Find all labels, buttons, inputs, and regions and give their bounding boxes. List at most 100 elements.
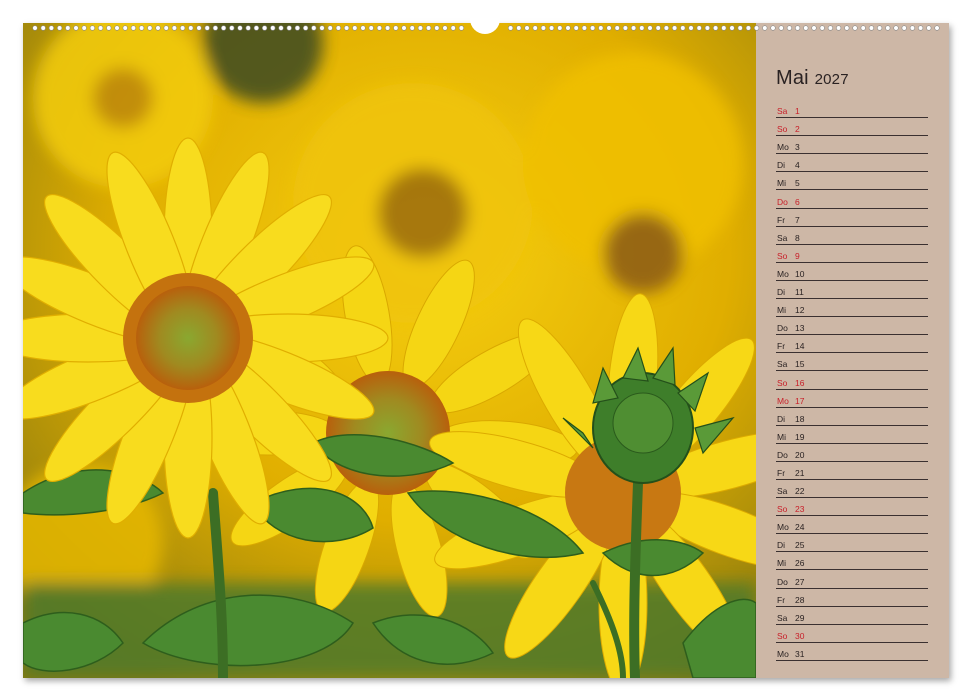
binding-hole [327, 25, 333, 31]
weekday-label: Mo [777, 395, 789, 406]
day-number: 8 [795, 232, 800, 243]
day-row: Fr 21 [776, 462, 928, 480]
binding-hole [909, 25, 916, 31]
binding-hole [762, 25, 768, 31]
binding-hole [663, 25, 670, 31]
binding-hole [655, 25, 661, 31]
weekday-label: So [777, 630, 788, 641]
binding-hole [221, 25, 227, 31]
day-row: Sa 22 [776, 480, 928, 499]
binding-hole [868, 25, 875, 31]
day-row: Di 25 [776, 534, 928, 553]
binding-hole [548, 25, 555, 31]
calendar-page: Mai 2027 Sa 1 So 2 Mo 3 Di 4 Mi 5 Do 6 Fr 7 Sa 8 So 9 Mo 10… [23, 23, 949, 678]
binding-hole [876, 25, 883, 31]
day-row: Sa 1 [776, 100, 928, 119]
weekday-label: So [777, 504, 788, 515]
binding-hole [581, 25, 588, 31]
weekday-label: Di [777, 540, 786, 551]
day-number: 1 [795, 106, 800, 117]
weekday-label: Sa [777, 612, 788, 623]
day-number: 27 [795, 576, 805, 587]
binding-hole [335, 25, 342, 31]
binding-hole [286, 25, 292, 31]
day-number: 4 [795, 160, 800, 171]
binding-hole [753, 25, 760, 31]
day-number: 11 [795, 287, 804, 298]
day-number: 24 [795, 522, 805, 533]
binding-hole [704, 25, 711, 31]
binding-hole [180, 25, 186, 31]
binding-hole [860, 25, 866, 31]
binding-hole [516, 25, 522, 31]
day-row: Fr 14 [776, 335, 928, 354]
binding-hole [589, 25, 596, 31]
binding-hole [212, 25, 218, 31]
day-row: Mo 31 [776, 643, 928, 661]
binding-hole [245, 25, 251, 31]
day-list: Sa 1 So 2 Mo 3 Di 4 Mi 5 Do 6 Fr 7 Sa 8 So 9 Mo 10 Di 11 Mi 12 D… [776, 100, 928, 661]
day-row: Fr 28 [776, 589, 928, 607]
day-number: 3 [795, 142, 800, 153]
binding-hole [73, 25, 79, 31]
binding-hole [204, 25, 210, 31]
weekday-label: Di [777, 287, 786, 298]
weekday-label: Do [777, 323, 788, 334]
day-number: 14 [795, 341, 805, 352]
binding-hole [360, 25, 366, 31]
binding-hole [721, 25, 727, 31]
binding-hole [376, 25, 383, 31]
weekday-label: So [777, 250, 788, 261]
day-number: 18 [795, 413, 805, 424]
weekday-label: Mi [777, 431, 786, 442]
binding-hole [229, 25, 235, 31]
binding-hole [893, 25, 899, 31]
day-number: 12 [795, 305, 805, 316]
binding-hole [835, 25, 842, 31]
day-row: So 23 [776, 498, 928, 517]
binding-hole [401, 25, 407, 31]
day-row: Di 4 [776, 154, 928, 173]
weekday-label: Mo [777, 268, 789, 279]
day-row: Do 27 [776, 570, 928, 589]
binding-hole [778, 25, 784, 31]
month-name: Mai [776, 67, 809, 89]
binding-hole [253, 25, 259, 31]
binding-hole [106, 25, 112, 31]
weekday-label: Do [777, 449, 788, 460]
binding-hole [122, 25, 128, 31]
weekday-label: Di [777, 413, 786, 424]
binding-hole [745, 25, 752, 31]
weekday-label: Mo [777, 648, 789, 659]
day-row: So 16 [776, 371, 928, 390]
month-title: Mai 2027 [776, 67, 849, 90]
binding-hole [65, 25, 71, 31]
binding-hole [32, 25, 38, 31]
binding-hole [770, 25, 776, 31]
binding-hole [434, 25, 440, 31]
binding-hole [130, 25, 136, 31]
day-row: Fr 7 [776, 209, 928, 227]
weekday-label: Sa [777, 232, 788, 243]
binding-hole [540, 25, 547, 31]
day-row: Sa 8 [776, 227, 928, 245]
binding-hole [385, 25, 391, 31]
binding-hole [196, 25, 202, 31]
binding-hole [852, 25, 858, 31]
binding-hole [934, 25, 940, 31]
day-number: 26 [795, 558, 805, 569]
weekday-label: So [777, 377, 788, 388]
day-number: 17 [795, 395, 805, 406]
binding-hole [647, 25, 653, 31]
weekday-label: Fr [777, 467, 786, 478]
binding-hole [237, 25, 243, 31]
day-row: Mi 12 [776, 299, 928, 318]
day-number: 7 [795, 214, 800, 225]
binding-hole [409, 25, 415, 31]
binding-hole [680, 25, 686, 31]
day-number: 15 [795, 359, 805, 370]
binding-hole [40, 25, 46, 31]
binding-hole [786, 25, 793, 31]
day-number: 22 [795, 486, 805, 497]
binding-hole [278, 25, 284, 31]
